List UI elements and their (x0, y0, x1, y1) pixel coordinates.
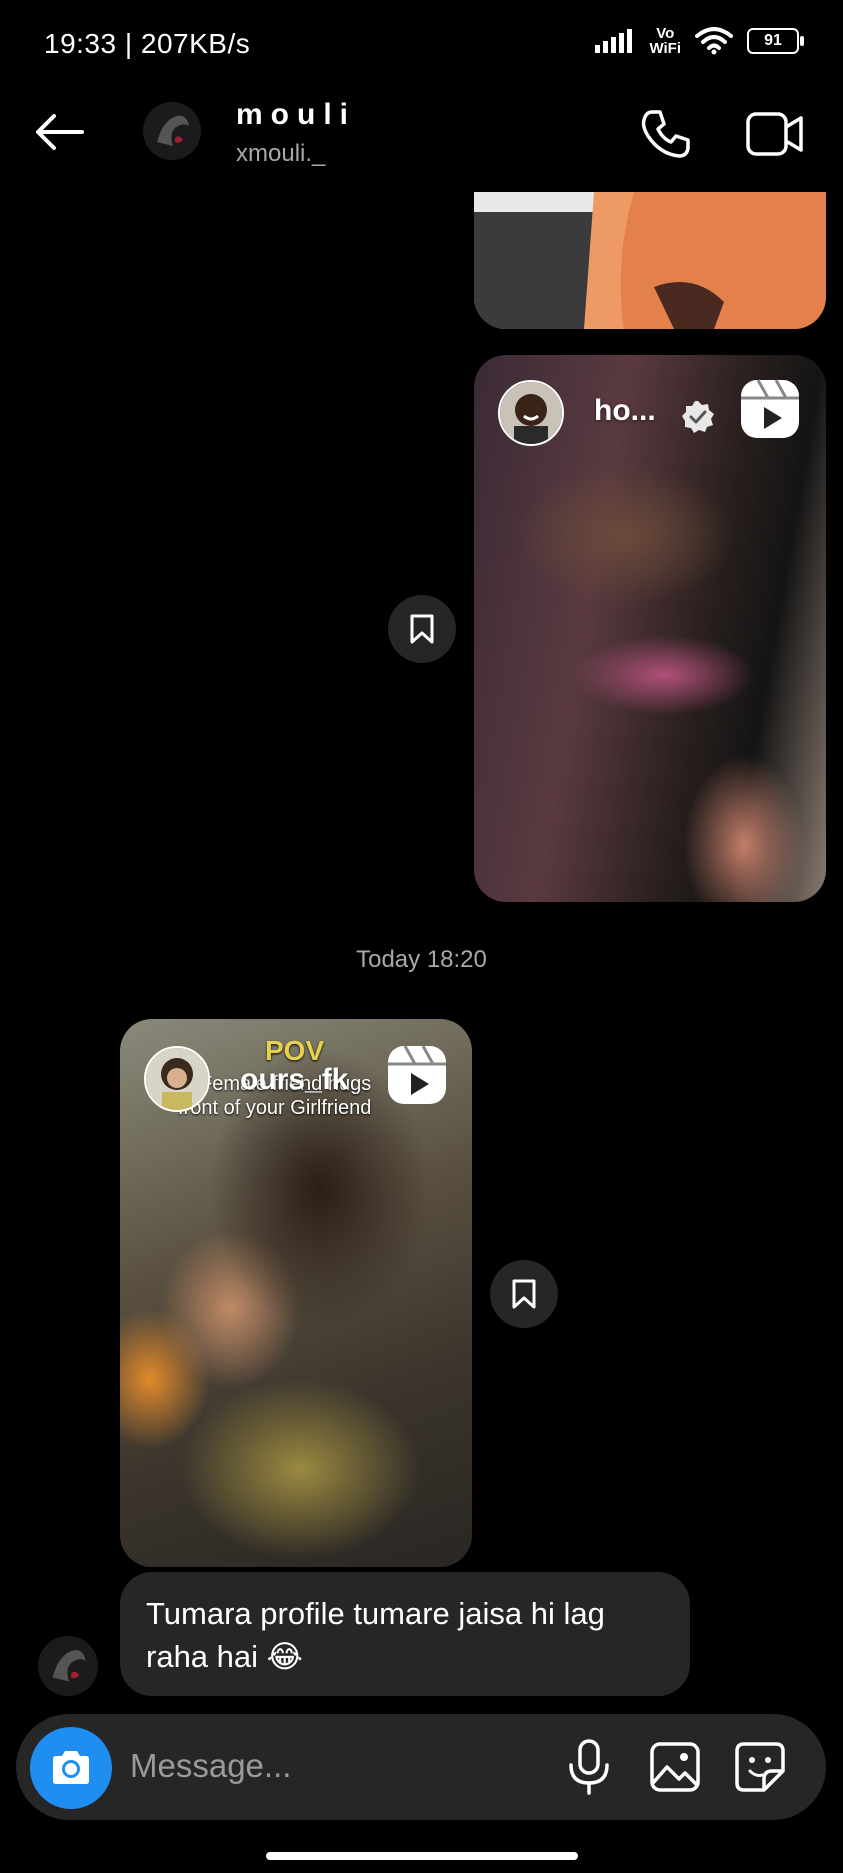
reels-icon (388, 1045, 446, 1104)
message-bubble[interactable]: Tumara profile tumare jaisa hi lag raha … (120, 1572, 690, 1696)
arrow-left-icon[interactable] (34, 112, 84, 152)
reel-author-avatar[interactable] (144, 1046, 210, 1112)
gallery-icon[interactable] (649, 1741, 701, 1793)
reel-author-name[interactable]: ho... (594, 394, 656, 428)
signal-icon (595, 29, 633, 53)
sender-avatar[interactable] (38, 1636, 98, 1696)
camera-button[interactable] (30, 1727, 112, 1809)
header-avatar[interactable] (143, 102, 201, 160)
video-camera-icon[interactable] (746, 110, 804, 158)
home-indicator[interactable] (266, 1852, 578, 1860)
camera-icon (53, 1751, 89, 1784)
reel-caption-line2: front of your Girlfriend (178, 1097, 372, 1119)
message-timestamp: Today 18:20 (356, 946, 487, 973)
status-icons: Vo WiFi 91 (595, 25, 804, 57)
save-reel-button[interactable] (388, 595, 456, 663)
contact-username[interactable]: xmouli._ (236, 140, 325, 168)
reels-icon (741, 379, 799, 438)
message-input[interactable]: Message... (130, 1747, 291, 1785)
shared-reel[interactable]: ho... (474, 355, 826, 902)
shared-media-partial[interactable] (474, 192, 826, 329)
phone-icon[interactable] (640, 108, 692, 160)
sticker-icon[interactable] (734, 1741, 786, 1793)
contact-name[interactable]: mouli (236, 98, 356, 132)
shared-reel-received[interactable]: POV Female friend hugs front of your Gir… (120, 1019, 472, 1567)
verified-badge-icon (682, 401, 714, 433)
bookmark-icon (410, 614, 434, 644)
reel-author-name[interactable]: ours_fk (240, 1063, 348, 1097)
vowifi-indicator: Vo WiFi (649, 25, 681, 57)
save-reel-button[interactable] (490, 1260, 558, 1328)
status-time: 19:33 | 207KB/s (44, 28, 251, 59)
battery-indicator: 91 (747, 28, 804, 54)
reel-author-avatar[interactable] (498, 380, 564, 446)
wifi-icon (695, 27, 733, 55)
bookmark-icon (512, 1279, 536, 1309)
microphone-icon[interactable] (566, 1739, 612, 1795)
